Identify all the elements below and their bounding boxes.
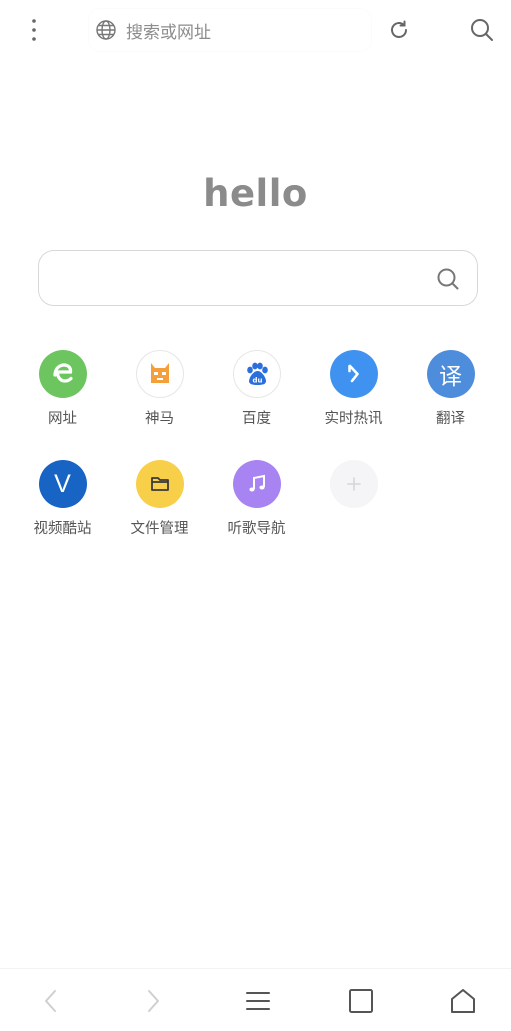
shortcut-video[interactable]: V 视频酷站: [14, 460, 111, 556]
shortcut-baidu[interactable]: du 百度: [208, 350, 305, 446]
shortcut-music[interactable]: 听歌导航: [208, 460, 305, 556]
forward-icon: [148, 990, 159, 1012]
forward-button[interactable]: [133, 981, 173, 1021]
top-bar: 搜索或网址: [0, 0, 511, 60]
shortcut-wangzhi[interactable]: 网址: [14, 350, 111, 446]
home-search-box[interactable]: [38, 250, 478, 306]
tabs-button[interactable]: [341, 981, 381, 1021]
translate-glyph: 译: [439, 364, 462, 390]
shortcut-file-manager[interactable]: 文件管理: [111, 460, 208, 556]
greeting-title: hello: [203, 172, 308, 215]
search-icon: [471, 19, 493, 41]
shortcut-label: 听歌导航: [227, 521, 286, 537]
search-button[interactable]: [466, 14, 498, 46]
shenma-icon: [135, 350, 184, 398]
svg-text:du: du: [252, 377, 262, 385]
folder-icon: [135, 460, 184, 508]
back-icon: [45, 990, 56, 1012]
menu-lines-icon: [246, 992, 270, 1010]
back-button[interactable]: [31, 981, 71, 1021]
shortcut-label: 神马: [145, 411, 174, 427]
globe-icon: [94, 18, 118, 42]
v-icon: V: [38, 460, 87, 508]
tabs-square-icon: [349, 989, 373, 1013]
music-note-icon: [232, 460, 281, 508]
shortcut-label: 视频酷站: [33, 521, 92, 537]
e-icon: [38, 350, 87, 398]
shortcut-shenma[interactable]: 神马: [111, 350, 208, 446]
refresh-icon: [391, 20, 407, 38]
shortcut-translate[interactable]: 译 翻译: [402, 350, 499, 446]
bottom-navigation: [0, 968, 511, 1031]
menu-button[interactable]: [238, 981, 278, 1021]
add-shortcut-button[interactable]: [305, 460, 402, 556]
shortcut-label: 文件管理: [130, 521, 189, 537]
home-button[interactable]: [443, 981, 483, 1021]
baidu-paw-icon: du: [232, 350, 281, 398]
search-icon: [435, 266, 461, 292]
more-vertical-icon: [32, 19, 36, 41]
video-glyph: V: [54, 469, 71, 498]
arrow-cursor-icon: [329, 350, 378, 398]
shortcut-label: 实时热讯: [324, 411, 383, 427]
shortcut-label: 百度: [242, 411, 271, 427]
translate-icon: 译: [426, 350, 475, 398]
more-menu-button[interactable]: [20, 12, 48, 48]
shortcut-realtime-news[interactable]: 实时热讯: [305, 350, 402, 446]
refresh-button[interactable]: [384, 14, 414, 46]
shortcut-label: 翻译: [436, 411, 465, 427]
browser-home-page: 搜索或网址 hello 网址 神马 du 百度 实时热讯 译 翻译 V 视频酷站…: [0, 0, 511, 1031]
shortcut-label: 网址: [48, 411, 77, 427]
address-bar[interactable]: 搜索或网址: [88, 8, 372, 52]
plus-icon: [329, 460, 378, 508]
address-placeholder: 搜索或网址: [126, 22, 211, 43]
home-icon: [451, 989, 475, 1013]
